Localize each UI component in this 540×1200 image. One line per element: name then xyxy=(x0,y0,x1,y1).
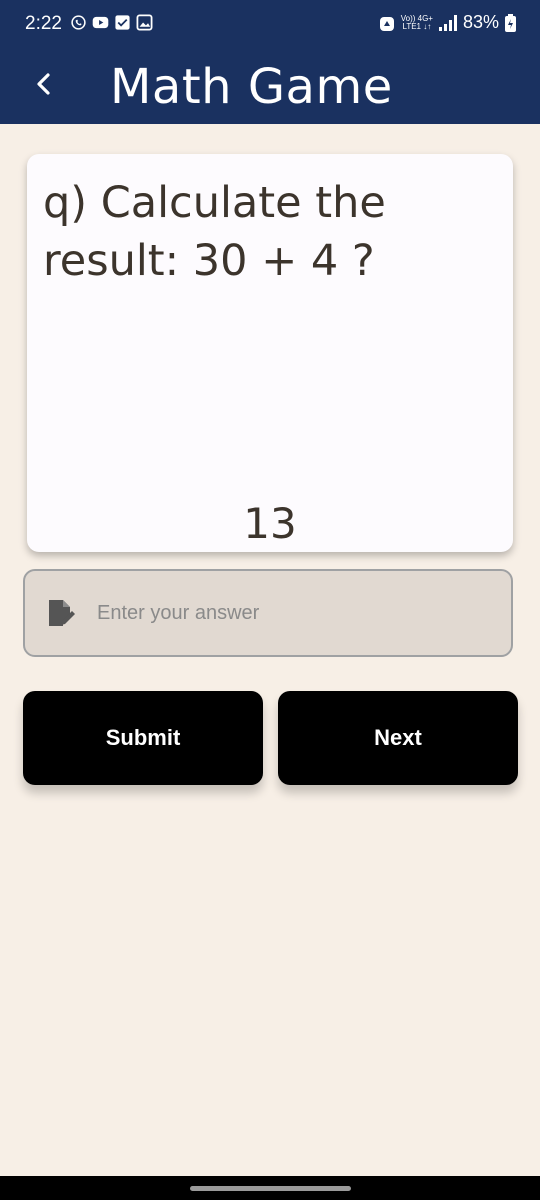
chevron-left-icon[interactable] xyxy=(28,68,60,100)
status-bar: 2:22 Vo)) 4G+ LTE1 ↓↑ 83% xyxy=(0,0,540,50)
whatsapp-icon xyxy=(71,15,86,30)
alarm-icon xyxy=(379,16,394,31)
notification-icons xyxy=(70,14,153,31)
current-answer-value: 13 xyxy=(243,499,297,548)
status-time: 2:22 xyxy=(25,13,62,34)
edit-note-icon xyxy=(49,600,75,626)
battery-charging-icon xyxy=(505,13,516,32)
battery-percent: 83% xyxy=(462,12,499,32)
page-title: Math Game xyxy=(110,59,393,115)
network-label-bottom: LTE1 ↓↑ xyxy=(402,21,432,31)
question-card: q) Calculate the result: 30 + 4 ? 13 xyxy=(27,154,513,552)
submit-button[interactable]: Submit xyxy=(23,691,263,785)
next-button[interactable]: Next xyxy=(278,691,518,785)
answer-input[interactable] xyxy=(95,600,479,626)
gallery-icon xyxy=(136,14,153,31)
question-text: q) Calculate the result: 30 + 4 ? xyxy=(43,178,386,286)
system-nav-bar xyxy=(0,1176,540,1200)
youtube-icon xyxy=(92,16,109,29)
status-right: Vo)) 4G+ LTE1 ↓↑ 83% xyxy=(379,12,516,33)
signal-icon xyxy=(438,14,457,31)
answer-field[interactable] xyxy=(23,569,513,657)
checkbox-mail-icon xyxy=(115,15,130,30)
network-type: Vo)) 4G+ LTE1 ↓↑ xyxy=(401,14,433,31)
app-bar: Math Game xyxy=(0,50,540,124)
home-gesture-handle[interactable] xyxy=(190,1186,351,1191)
